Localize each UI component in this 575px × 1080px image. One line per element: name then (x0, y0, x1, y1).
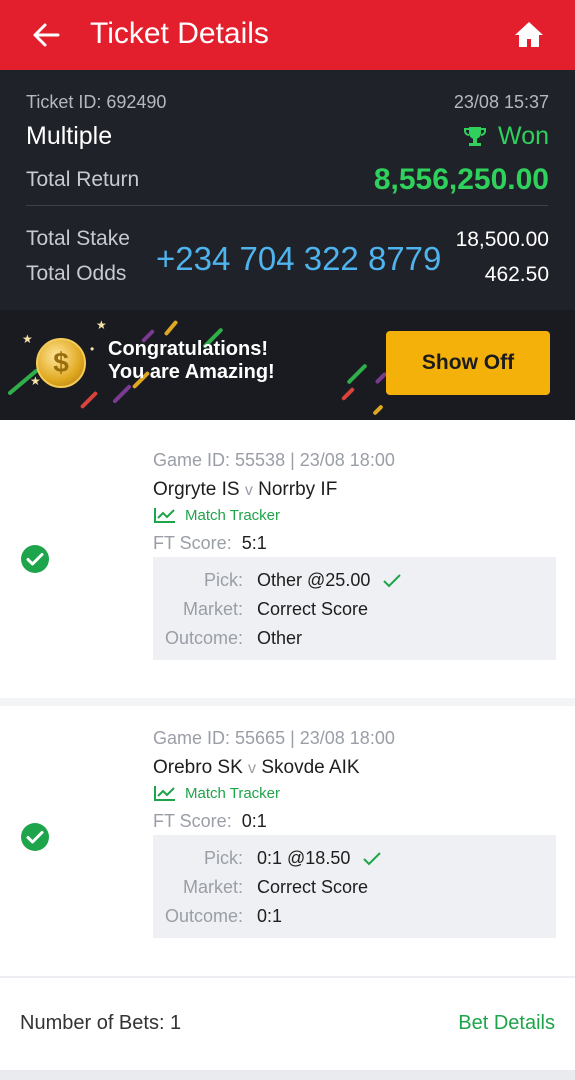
congrats-line-1: Congratulations! (108, 338, 268, 360)
congrats-text: Congratulations! You are Amazing! (108, 338, 275, 384)
total-odds-label: Total Odds (26, 262, 127, 285)
check-circle-icon (21, 823, 49, 851)
congrats-banner: ★ ★ ★ • $ Congratulations! You are Amazi… (0, 310, 575, 420)
arrow-left-icon[interactable] (30, 19, 62, 51)
game-id: Game ID: 55665 | 23/08 18:00 (153, 728, 395, 748)
pick-value-wrap: Other @25.00 (257, 570, 402, 591)
top-app-bar: Ticket Details (0, 0, 575, 70)
bottom-divider (0, 1070, 575, 1080)
section-divider (0, 698, 575, 706)
total-return-label: Total Return (26, 168, 140, 191)
pick-value: 0:1 @18.50 (257, 848, 351, 868)
coin-icon: $ (36, 338, 86, 388)
ft-score: FT Score: 5:1 (153, 533, 267, 554)
match-tracker-label: Match Tracker (185, 506, 281, 524)
market-label: Market: (182, 877, 243, 897)
check-icon (363, 851, 382, 865)
ft-score-label: FT Score: (153, 811, 232, 831)
pick-value: Other @25.00 (257, 570, 371, 590)
total-return-value: 8,556,250.00 (373, 163, 549, 196)
versus-label: v (244, 482, 253, 499)
phone-overlay-text: +234 704 322 8779 (156, 240, 442, 277)
outcome-label: Outcome: (164, 628, 243, 648)
trophy-icon (464, 126, 487, 146)
chart-line-icon (154, 786, 175, 801)
outcome-label: Outcome: (164, 906, 243, 926)
decor-streak (372, 404, 384, 416)
footer-divider (0, 976, 575, 978)
match-tracker-link[interactable]: Match Tracker (153, 506, 280, 524)
pick-label: Pick: (203, 848, 243, 868)
market-value: Correct Score (257, 599, 369, 619)
home-icon[interactable] (512, 18, 546, 52)
outcome-value: 0:1 (257, 906, 283, 926)
star-icon: ★ (96, 318, 107, 332)
pick-details: Pick: 0:1 @18.50 Market: Correct Score O… (153, 835, 556, 938)
ticket-id: Ticket ID: 692490 (26, 92, 167, 112)
ft-score-value: 0:1 (241, 811, 267, 831)
bet-card: Game ID: 55538 | 23/08 18:00 Orgryte IS … (0, 420, 575, 698)
outcome-value: Other (257, 628, 303, 648)
divider (26, 205, 548, 206)
check-circle-icon (21, 545, 49, 573)
away-team: Skovde AIK (261, 757, 360, 778)
ft-score-value: 5:1 (241, 533, 267, 553)
ticket-summary: Ticket ID: 692490 23/08 15:37 Multiple W… (0, 70, 575, 310)
number-of-bets: Number of Bets: 1 (20, 1012, 182, 1034)
star-icon: ★ (22, 332, 33, 346)
ft-score: FT Score: 0:1 (153, 811, 267, 832)
status-badge: Won (462, 122, 549, 151)
ft-score-label: FT Score: (153, 533, 232, 553)
pick-value-wrap: 0:1 @18.50 (257, 848, 382, 869)
match-tracker-link[interactable]: Match Tracker (153, 784, 280, 802)
decor-streak (79, 390, 99, 410)
match-tracker-label: Match Tracker (185, 784, 281, 802)
status-text: Won (498, 122, 549, 150)
bet-details-link[interactable]: Bet Details (458, 1012, 555, 1035)
total-stake-label: Total Stake (26, 227, 130, 250)
bet-card: Game ID: 55665 | 23/08 18:00 Orebro SK v… (0, 706, 575, 976)
match-teams: Orebro SK v Skovde AIK (153, 757, 360, 779)
decor-streak (346, 363, 368, 385)
show-off-button[interactable]: Show Off (386, 331, 550, 395)
check-icon (383, 573, 402, 587)
pick-label: Pick: (203, 570, 243, 590)
bet-type: Multiple (26, 122, 113, 150)
away-team: Norrby IF (258, 479, 338, 500)
decor-streak (163, 319, 179, 337)
chart-line-icon (154, 508, 175, 523)
market-label: Market: (182, 599, 243, 619)
game-id: Game ID: 55538 | 23/08 18:00 (153, 450, 395, 470)
pick-details: Pick: Other @25.00 Market: Correct Score… (153, 557, 556, 660)
total-stake-value: 18,500.00 (455, 228, 549, 251)
congrats-line-2: You are Amazing! (108, 361, 275, 383)
page-title: Ticket Details (90, 17, 269, 50)
market-value: Correct Score (257, 877, 369, 897)
home-team: Orgryte IS (153, 479, 240, 500)
decor-streak (112, 384, 132, 404)
ticket-date: 23/08 15:37 (453, 92, 549, 112)
home-team: Orebro SK (153, 757, 243, 778)
versus-label: v (248, 760, 257, 777)
match-teams: Orgryte IS v Norrby IF (153, 479, 337, 501)
decor-streak (340, 386, 356, 402)
total-odds-value: 462.50 (484, 263, 549, 286)
star-icon: • (90, 342, 95, 356)
